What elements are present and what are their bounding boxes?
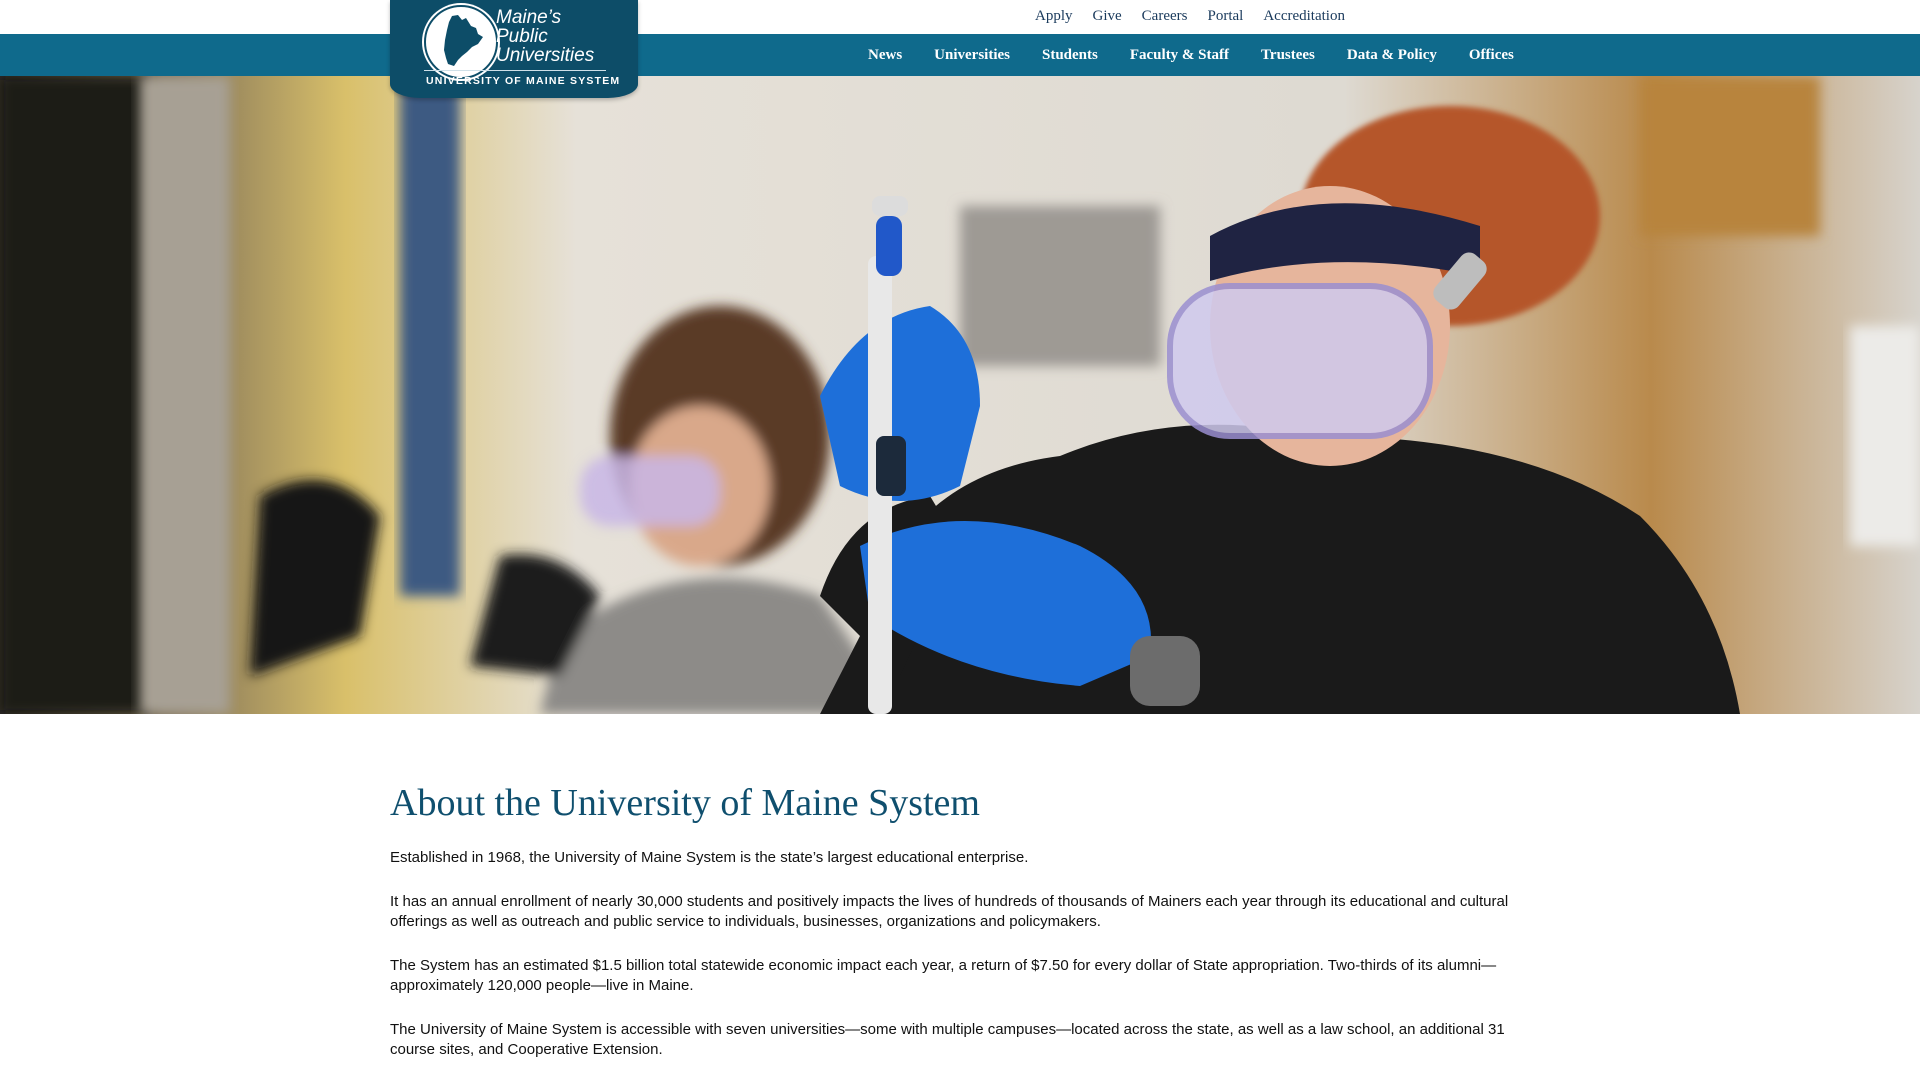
logo-line-3: Universities [496,45,595,66]
utility-link-careers[interactable]: Careers [1142,8,1188,25]
maine-state-seal-icon [424,5,498,79]
nav-item-faculty-staff[interactable]: Faculty & Staff [1114,47,1245,64]
logo-divider [424,70,606,71]
hero-photo [0,76,1920,714]
main-nav: News Universities Students Faculty & Sta… [868,34,1530,76]
logo-line-2: Public [496,26,548,47]
utility-link-accreditation[interactable]: Accreditation [1263,8,1345,25]
nav-item-offices[interactable]: Offices [1453,47,1530,64]
logo-line-1: Maine’s [496,7,562,28]
utility-bar: Apply Give Careers Portal Accreditation [0,0,1920,34]
paragraph-enrollment: It has an annual enrollment of nearly 30… [390,893,1509,930]
hero-illustration [0,76,1920,714]
about-section: About the University of Maine System Est… [390,780,1530,1084]
nav-item-news[interactable]: News [868,47,918,64]
paragraph-established: Established in 1968, the University of M… [390,849,1029,866]
utility-link-apply[interactable]: Apply [1035,8,1073,25]
nav-item-data-policy[interactable]: Data & Policy [1331,47,1453,64]
utility-nav: Apply Give Careers Portal Accreditation [1035,8,1345,25]
logo-wordmark: Maine’s Public Universities [496,8,594,65]
paragraph-accessibility: The University of Maine System is access… [390,1021,1505,1058]
utility-link-give[interactable]: Give [1093,8,1122,25]
nav-item-universities[interactable]: Universities [918,47,1026,64]
nav-item-trustees[interactable]: Trustees [1245,47,1331,64]
page-title: About the University of Maine System [390,782,980,824]
logo-subtitle: UNIVERSITY OF MAINE SYSTEM [426,75,621,87]
site-logo[interactable]: Maine’s Public Universities UNIVERSITY O… [390,0,638,98]
main-nav-bar: News Universities Students Faculty & Sta… [0,34,1920,76]
utility-link-portal[interactable]: Portal [1207,8,1243,25]
nav-item-students[interactable]: Students [1026,47,1114,64]
paragraph-economic-impact: The System has an estimated $1.5 billion… [390,957,1497,994]
